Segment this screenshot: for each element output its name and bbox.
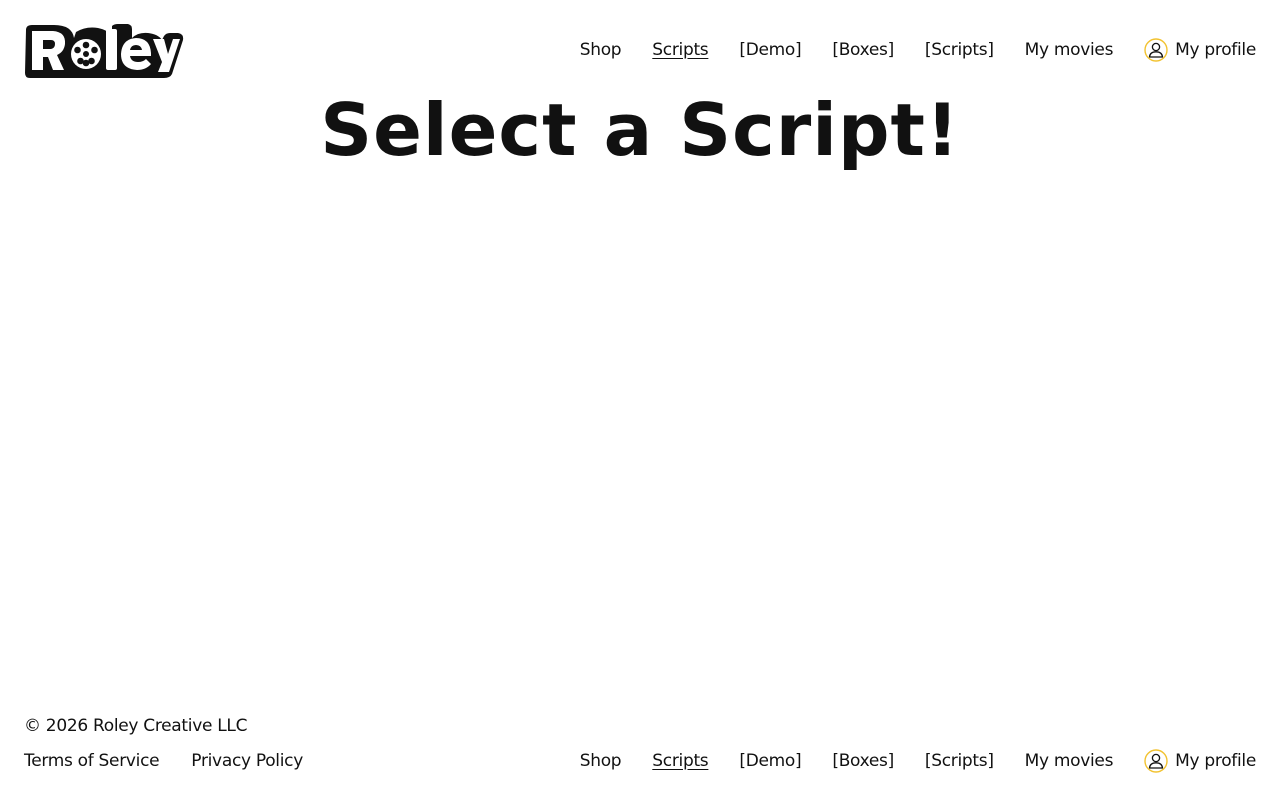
footer-nav-boxes[interactable]: [Boxes] [832,748,894,774]
footer-nav-scripts-bracketed[interactable]: [Scripts] [925,748,994,774]
site-header: Shop Scripts [Demo] [Boxes] [Scripts] My… [0,0,1280,100]
nav-my-movies[interactable]: My movies [1025,37,1114,63]
nav-scripts[interactable]: Scripts [652,37,708,63]
footer-nav-my-profile[interactable]: My profile [1144,748,1256,774]
footer-nav-my-profile-label: My profile [1175,751,1256,771]
privacy-policy-link[interactable]: Privacy Policy [191,748,303,774]
page: Shop Scripts [Demo] [Boxes] [Scripts] My… [0,0,1280,800]
terms-of-service-link[interactable]: Terms of Service [24,748,160,774]
nav-boxes[interactable]: [Boxes] [832,37,894,63]
footer-nav-shop[interactable]: Shop [580,748,622,774]
roley-logo[interactable] [24,24,184,78]
legal-links: Terms of Service Privacy Policy [24,748,303,774]
footer-nav-my-movies[interactable]: My movies [1025,748,1114,774]
nav-my-profile[interactable]: My profile [1144,37,1256,63]
page-title: Select a Script! [320,88,960,172]
copyright-text: © 2026 Roley Creative LLC [24,716,248,736]
nav-demo[interactable]: [Demo] [739,37,801,63]
user-icon [1144,749,1168,773]
footer-nav-demo[interactable]: [Demo] [739,748,801,774]
nav-my-profile-label: My profile [1175,40,1256,60]
user-icon [1144,38,1168,62]
roley-logo-icon [25,24,184,78]
nav-shop[interactable]: Shop [580,37,622,63]
header-nav: Shop Scripts [Demo] [Boxes] [Scripts] My… [580,37,1256,63]
footer-nav-scripts[interactable]: Scripts [652,748,708,774]
nav-scripts-bracketed[interactable]: [Scripts] [925,37,994,63]
footer-nav: Shop Scripts [Demo] [Boxes] [Scripts] My… [580,748,1256,774]
